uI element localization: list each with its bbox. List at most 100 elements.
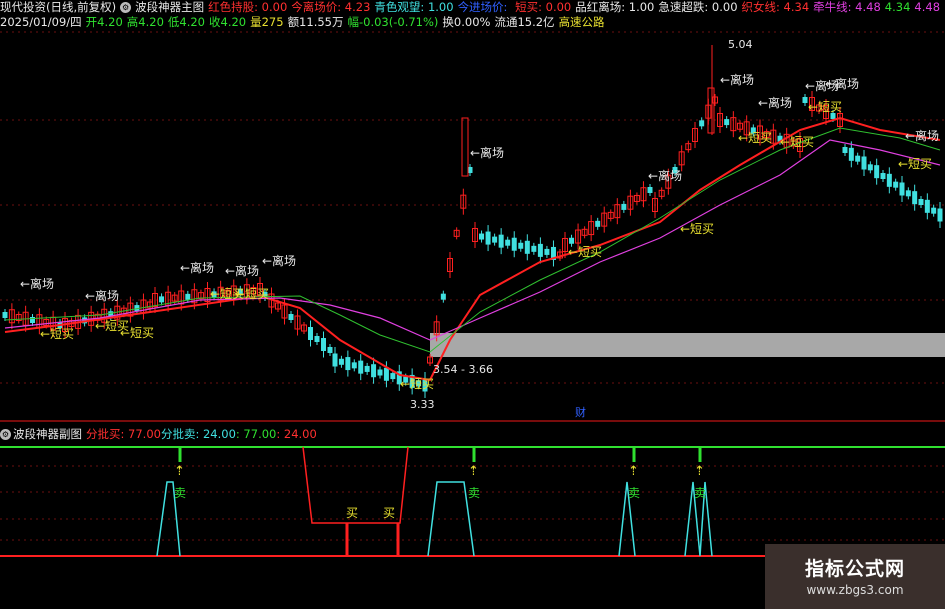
candle-body [479,233,485,240]
candle-body [377,369,383,376]
sell-arrow-head: ⇡ [628,464,639,479]
header-item-4: 短买: 0.00 [515,0,572,14]
header-item-1: 今离场价: 4.23 [291,0,371,14]
header-row2-item-6: 额11.55万 [287,15,344,29]
candle-body [912,191,918,205]
buy-label: ←短买 [738,131,772,145]
band-label: 3.54 - 3.66 [433,363,493,376]
watermark: 指标公式网 www.zbgs3.com [765,544,945,609]
sell-label: 卖 [468,486,480,500]
exit-label: ←离场 [225,263,259,278]
header-row2-item-10: 高速公路 [558,15,605,29]
sub-title[interactable]: 波段神器副图 [13,427,82,441]
candle-body [338,358,344,365]
exit-label: ←离场 [720,72,754,87]
low-price-label: 3.33 [410,398,435,411]
candle-body [918,199,924,205]
candle-body [861,156,867,170]
candle-body [699,120,705,127]
sell-label: 卖 [694,486,706,500]
candle-body [848,147,854,161]
candle-body [924,199,930,213]
candle-body [802,97,808,103]
sub-item-2: : 77.00 [235,427,277,441]
candle-body [855,155,861,162]
header-row2-item-9: 流通15.2亿 [494,15,555,29]
candle-body [288,314,294,320]
header-row2-item-4: 收4.20 [209,15,247,29]
watermark-url: www.zbgs3.com [806,583,904,597]
header-row2-item-2: 高4.20 [126,15,164,29]
candle-body [518,242,524,249]
header-row2-item-5: 量275 [250,15,284,29]
candle-body [511,237,517,251]
candle-body [905,190,911,197]
settings-icon[interactable]: ⚙ [120,2,132,13]
candle-body [321,338,326,351]
candle-body [345,357,351,371]
candle-body [440,293,446,300]
buy-label: ←短买 [680,222,714,236]
buy-label: ←短买 [898,157,932,171]
buy-label: ←短买 [808,100,842,114]
exit-label: ←离场 [758,95,792,110]
buy-label: ←短买 [120,326,154,340]
candle-body [461,117,469,177]
sub-item-1: 分批卖: 24.00 [160,427,236,441]
candle-body [569,237,575,244]
header-item-0: 红色持股: 0.00 [208,0,288,14]
buy-label-sub: 买 [383,506,395,520]
candle-body [492,236,498,243]
candle-body [327,347,333,353]
watermark-title: 指标公式网 [804,558,905,580]
exit-label: ←离场 [825,76,859,91]
header-row2-item-1: 开4.20 [85,15,123,29]
sell-arrow-head: ⇡ [468,464,479,479]
candle-body [498,234,504,248]
header-item-6: 急速超跌: 0.00 [658,0,738,14]
candle-body [351,362,357,369]
header-row-1: 现代投资(日线,前复权) ⚙ 波段神器主图 红色持股: 0.00 今离场价: 4.23 青… [0,0,945,14]
header-item-3: 今进场价: [457,0,512,14]
header-item-9: 4.34 [884,0,911,14]
candle-body [505,239,511,246]
settings-icon[interactable]: ⚙ [0,429,11,440]
candle-body [531,245,537,252]
header-row2-item-0: 2025/01/09/四 [0,15,82,29]
candle-body [308,327,313,340]
candle-body [185,293,191,300]
sub-header: ⚙ 波段神器副图 分批买: 77.00分批卖: 24.00: 77.00: 24.0… [0,426,317,442]
chart-canvas: ←离场←离场←离场 ←离场←离场←离场←离场←离场←离场←离场←离场←离场←短买←… [0,31,945,557]
exit-label: ←离场 [180,260,214,275]
header-item-10: 4.48 [914,0,941,14]
exit-label: ←离场 [262,253,296,268]
header-row2-item-8: 换0.00% [442,15,491,29]
sell-label: 卖 [174,486,186,500]
candle-body [485,231,491,245]
candle-body [371,364,377,378]
sub-item-0: 分批买: 77.00 [86,427,161,441]
candle-body [2,312,8,318]
sell-arrow-head: ⇡ [694,464,705,479]
candle-body [893,181,899,188]
candle-body [937,208,943,222]
buy-label: ←短买 [235,287,269,301]
header-row-2: 2025/01/09/四 开4.20 高4.20 低4.20 收4.20 量275 额11.… [0,15,613,29]
candle-body [314,336,320,342]
candle-body [159,296,165,303]
header-item-5: 品红离场: 1.00 [575,0,655,14]
candle-body [874,165,880,179]
candle-body [842,147,848,153]
candle-body [899,182,905,196]
header-item-8: 牵牛线: 4.48 [813,0,881,14]
candle-body [647,187,653,193]
candle-body [358,360,364,374]
candle-body [383,367,389,381]
indicator-name[interactable]: 波段神器主图 [135,0,204,14]
candle-body [390,373,396,380]
buy-label: ←短买 [40,327,74,341]
candle-body [724,119,730,126]
stock-title: 现代投资(日线,前复权) [0,0,117,14]
sell-label: 卖 [628,486,640,500]
price-band [430,333,945,357]
